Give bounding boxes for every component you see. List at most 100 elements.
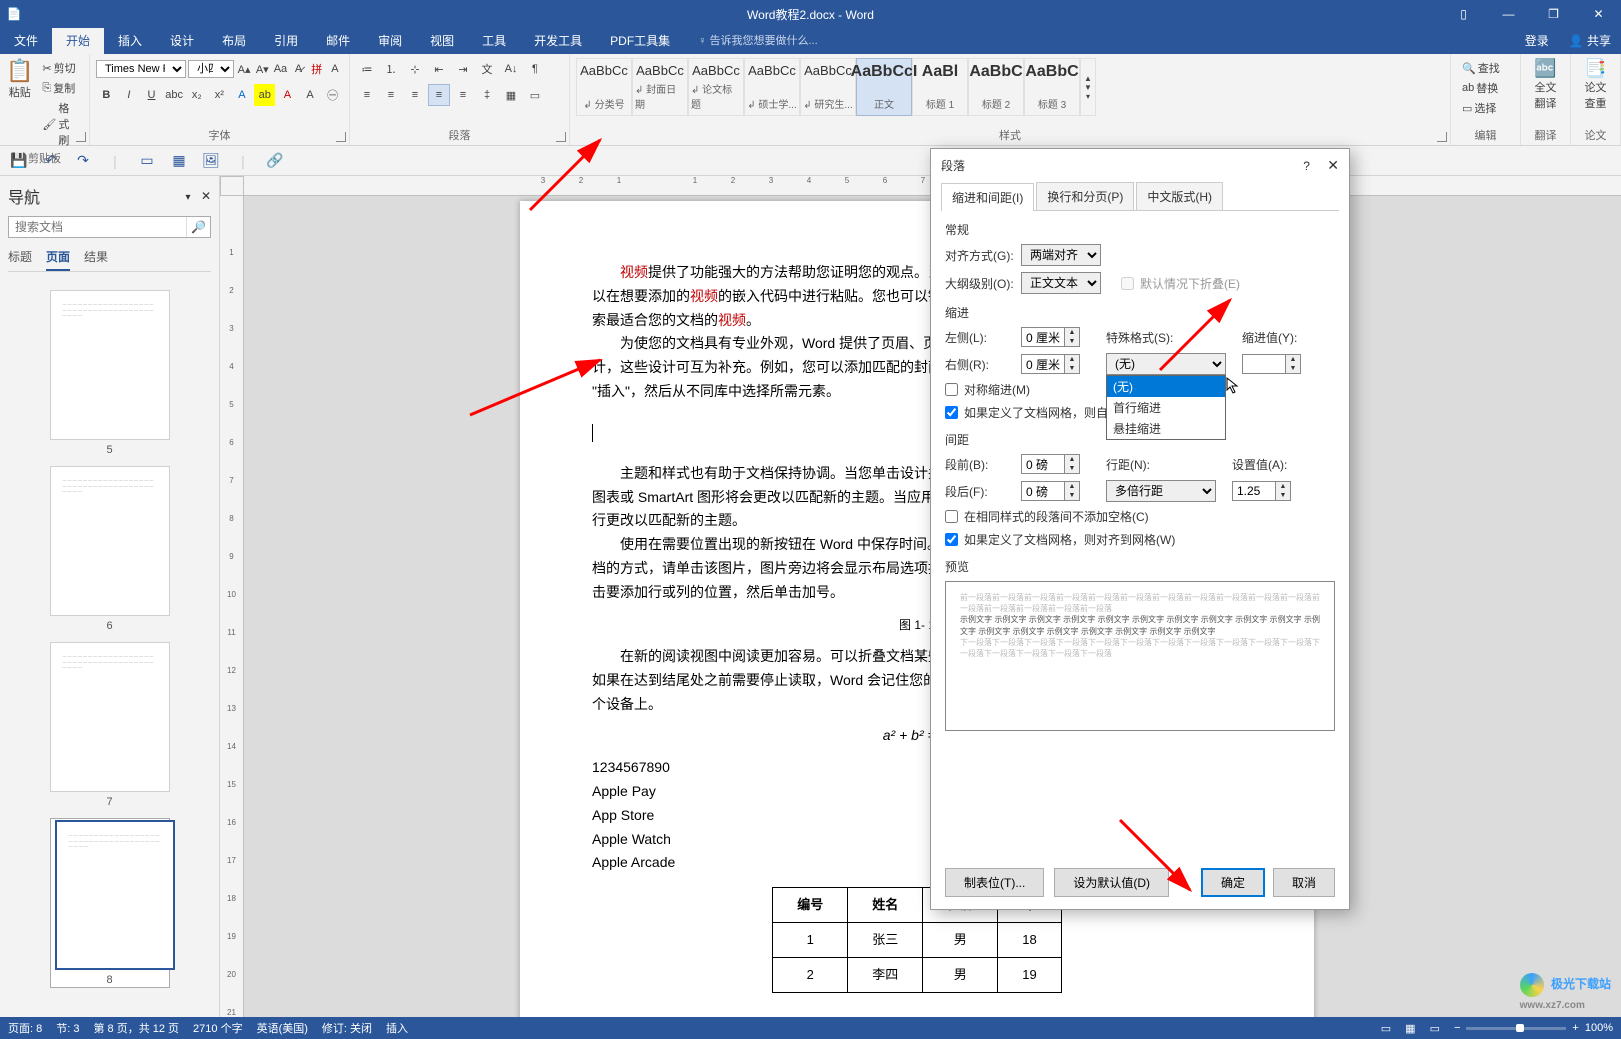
format-painter-button[interactable]: 🖌 格式刷 — [37, 98, 83, 150]
qat-pic-icon[interactable]: 🖼 — [200, 150, 222, 172]
spin-down-icon[interactable]: ▼ — [1065, 364, 1079, 373]
align-right-icon[interactable]: ≡ — [404, 84, 426, 106]
restore-button[interactable]: ❐ — [1531, 0, 1576, 28]
styles-launcher[interactable] — [1437, 132, 1447, 142]
strikethrough-icon[interactable]: abc — [164, 84, 185, 106]
zoom-in-icon[interactable]: + — [1572, 1022, 1578, 1034]
show-marks-icon[interactable]: ¶ — [524, 58, 546, 80]
thesis-check-icon[interactable]: 📑 — [1577, 58, 1614, 79]
font-color-icon[interactable]: A — [277, 84, 298, 106]
login-button[interactable]: 登录 — [1515, 28, 1559, 54]
tab-references[interactable]: 引用 — [260, 28, 312, 54]
align-left-icon[interactable]: ≡ — [356, 84, 378, 106]
align-justify-icon[interactable]: ≡ — [428, 84, 450, 106]
nav-tab-results[interactable]: 结果 — [84, 244, 108, 271]
ok-button[interactable]: 确定 — [1201, 868, 1265, 897]
style-item[interactable]: AaBbC标题 3 — [1024, 58, 1080, 116]
nav-close-icon[interactable]: ✕ — [201, 189, 211, 203]
indent-right-input[interactable] — [1021, 354, 1065, 374]
align-center-icon[interactable]: ≡ — [380, 84, 402, 106]
page-thumbnail[interactable]: — — — — — — — — — — — — — — — — — — — — … — [50, 818, 170, 988]
ruler-vertical[interactable]: 123456789101112131415161718192021222324 — [220, 196, 244, 1017]
style-item[interactable]: AaBbCcI正文 — [856, 58, 912, 116]
paragraph-launcher[interactable] — [556, 132, 566, 142]
nospace-checkbox[interactable] — [945, 510, 958, 523]
tell-me[interactable]: ♀ 告诉我您想要做什么... — [684, 28, 831, 54]
indent-left-input[interactable] — [1021, 327, 1065, 347]
increase-indent-icon[interactable]: ⇥ — [452, 58, 474, 80]
view-print-icon[interactable]: ▦ — [1405, 1022, 1415, 1035]
italic-icon[interactable]: I — [119, 84, 140, 106]
style-item[interactable]: AaBbCc↲ 研究生... — [800, 58, 856, 116]
qat-link-icon[interactable]: 🔗 — [264, 150, 286, 172]
nav-dropdown-icon[interactable]: ▾ — [185, 192, 190, 203]
nav-tab-headings[interactable]: 标题 — [8, 244, 32, 271]
line-spacing-select[interactable]: 多倍行距 — [1106, 480, 1216, 502]
cancel-button[interactable]: 取消 — [1273, 868, 1335, 897]
style-item[interactable]: AaBl标题 1 — [912, 58, 968, 116]
qat-new-icon[interactable]: ▭ — [136, 150, 158, 172]
minimize-button[interactable]: — — [1486, 0, 1531, 28]
status-lang[interactable]: 英语(美国) — [257, 1020, 308, 1036]
spin-down-icon[interactable]: ▼ — [1065, 337, 1079, 346]
tab-devtools[interactable]: 开发工具 — [520, 28, 596, 54]
spin-up-icon[interactable]: ▲ — [1065, 482, 1079, 491]
page-thumbnail[interactable]: — — — — — — — — — — — — — — — — — — — — … — [50, 466, 170, 632]
space-before-input[interactable] — [1021, 454, 1065, 474]
status-track[interactable]: 修订: 关闭 — [322, 1020, 372, 1036]
qat-table-icon[interactable]: ▦ — [168, 150, 190, 172]
paste-icon[interactable]: 📋 — [6, 58, 33, 84]
style-item[interactable]: AaBbCc↲ 封面日期 — [632, 58, 688, 116]
tab-pdf[interactable]: PDF工具集 — [596, 28, 684, 54]
spin-up-icon[interactable]: ▲ — [1065, 455, 1079, 464]
share-button[interactable]: 👤 共享 — [1559, 28, 1621, 54]
spin-up-icon[interactable]: ▲ — [1276, 482, 1290, 491]
distributed-icon[interactable]: ≡ — [452, 84, 474, 106]
mirror-indent-checkbox[interactable] — [945, 383, 958, 396]
zoom-slider[interactable] — [1466, 1027, 1566, 1030]
spin-up-icon[interactable]: ▲ — [1065, 355, 1079, 364]
view-read-icon[interactable]: ▭ — [1381, 1022, 1391, 1035]
spin-up-icon[interactable]: ▲ — [1286, 355, 1300, 364]
phonetic-guide-icon[interactable]: 拼 — [309, 58, 325, 80]
close-window-button[interactable]: ✕ — [1576, 0, 1621, 28]
char-shading-icon[interactable]: A — [300, 84, 321, 106]
translate-icon[interactable]: 🔤 — [1527, 58, 1564, 79]
styles-scroll-up-icon[interactable]: ▲ — [1081, 74, 1095, 83]
multilevel-icon[interactable]: ⊹ — [404, 58, 426, 80]
underline-icon[interactable]: U — [141, 84, 162, 106]
indent-by-input[interactable] — [1242, 354, 1286, 374]
status-words[interactable]: 2710 个字 — [193, 1020, 243, 1036]
paste-label[interactable]: 粘贴 — [6, 84, 33, 100]
snap-grid-checkbox[interactable] — [945, 533, 958, 546]
font-name-select[interactable]: Times New F — [96, 60, 186, 78]
special-format-select[interactable]: (无) — [1106, 353, 1226, 375]
set-default-button[interactable]: 设为默认值(D) — [1054, 868, 1169, 897]
dialog-help-icon[interactable]: ? — [1303, 159, 1310, 173]
style-item[interactable]: AaBbCc↲ 论文标题 — [688, 58, 744, 116]
cut-button[interactable]: ✂ 剪切 — [37, 58, 80, 78]
style-item[interactable]: AaBbCc↲ 分类号 — [576, 58, 632, 116]
ribbon-display-options[interactable]: ▯ — [1441, 0, 1486, 28]
char-border-icon[interactable]: A — [327, 58, 343, 80]
font-size-select[interactable]: 小四 — [188, 60, 234, 78]
styles-more-icon[interactable]: ▾ — [1081, 92, 1095, 101]
shrink-font-icon[interactable]: A▾ — [254, 58, 270, 80]
table-row[interactable]: 2李四男19 — [773, 958, 1062, 993]
replace-button[interactable]: ab 替换 — [1457, 78, 1503, 98]
dialog-tab-linebreak[interactable]: 换行和分页(P) — [1036, 182, 1134, 210]
change-case-icon[interactable]: Aa — [272, 58, 288, 80]
tab-review[interactable]: 审阅 — [364, 28, 416, 54]
spin-down-icon[interactable]: ▼ — [1065, 464, 1079, 473]
ruler-corner[interactable] — [220, 176, 244, 196]
dialog-tab-indent[interactable]: 缩进和间距(I) — [941, 183, 1034, 211]
at-input[interactable] — [1232, 481, 1276, 501]
line-spacing-icon[interactable]: ‡ — [476, 84, 498, 106]
tab-mailings[interactable]: 邮件 — [312, 28, 364, 54]
style-item[interactable]: AaBbC标题 2 — [968, 58, 1024, 116]
table-row[interactable]: 1张三男18 — [773, 923, 1062, 958]
shading-icon[interactable]: ▦ — [500, 84, 522, 106]
highlight-icon[interactable]: ab — [254, 84, 275, 106]
outline-select[interactable]: 正文文本 — [1021, 272, 1101, 294]
sort-icon[interactable]: A↓ — [500, 58, 522, 80]
